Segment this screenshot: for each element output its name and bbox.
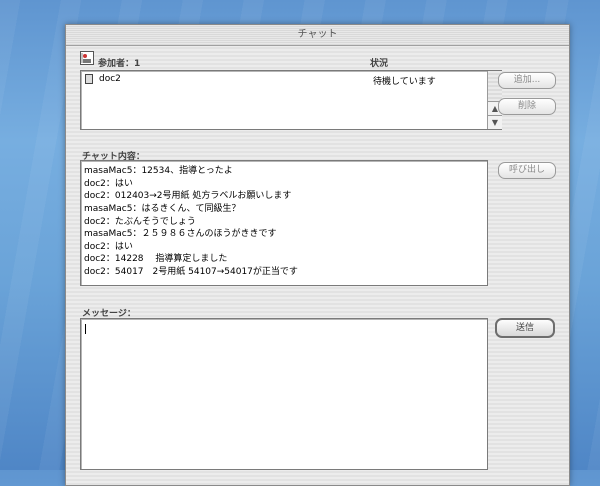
participant-status: 待機しています xyxy=(373,77,436,87)
participant-row[interactable]: doc2 待機しています xyxy=(83,73,483,87)
chat-line: masaMac5：12534、指導とったよ xyxy=(84,166,233,176)
participants-icon xyxy=(80,51,94,65)
chat-line: masaMac5：はるきくん、て同級生？ xyxy=(84,204,241,214)
chat-line: masaMac5：２５９８６さんのほうがききです xyxy=(84,229,277,239)
participants-label: 参加者：1 xyxy=(98,59,141,69)
window-titlebar[interactable]: チャット xyxy=(66,25,569,46)
chat-line: doc2：はい xyxy=(84,179,133,189)
chat-line: doc2：54017 2号用紙 54107→54017が正当です xyxy=(84,267,298,277)
chat-window: チャット 参加者：1 状況 doc2 待機しています ▲ ▼ 追加... 削除 … xyxy=(65,24,570,486)
call-button[interactable]: 呼び出し xyxy=(498,162,556,179)
participant-name: doc2 xyxy=(99,74,121,84)
window-title: チャット xyxy=(297,29,338,40)
chat-line: doc2：たぶんそうでしょう xyxy=(84,217,196,227)
remove-button[interactable]: 削除 xyxy=(498,98,556,115)
participants-list[interactable]: doc2 待機しています ▲ ▼ xyxy=(80,70,502,130)
chat-line: doc2：はい xyxy=(84,242,133,252)
status-column-header: 状況 xyxy=(370,59,389,69)
message-input[interactable] xyxy=(80,318,488,470)
document-icon xyxy=(85,74,93,84)
chat-line: doc2：14228 指導算定しました xyxy=(84,254,228,264)
scroll-down-icon[interactable]: ▼ xyxy=(488,115,502,129)
text-cursor xyxy=(85,324,86,334)
chat-line: doc2：012403→2号用紙 処方ラベルお願いします xyxy=(84,191,292,201)
send-button[interactable]: 送信 xyxy=(495,318,555,338)
add-button[interactable]: 追加... xyxy=(498,72,556,89)
chat-history[interactable]: masaMac5：12534、指導とったよ doc2：はい doc2：01240… xyxy=(80,160,488,286)
